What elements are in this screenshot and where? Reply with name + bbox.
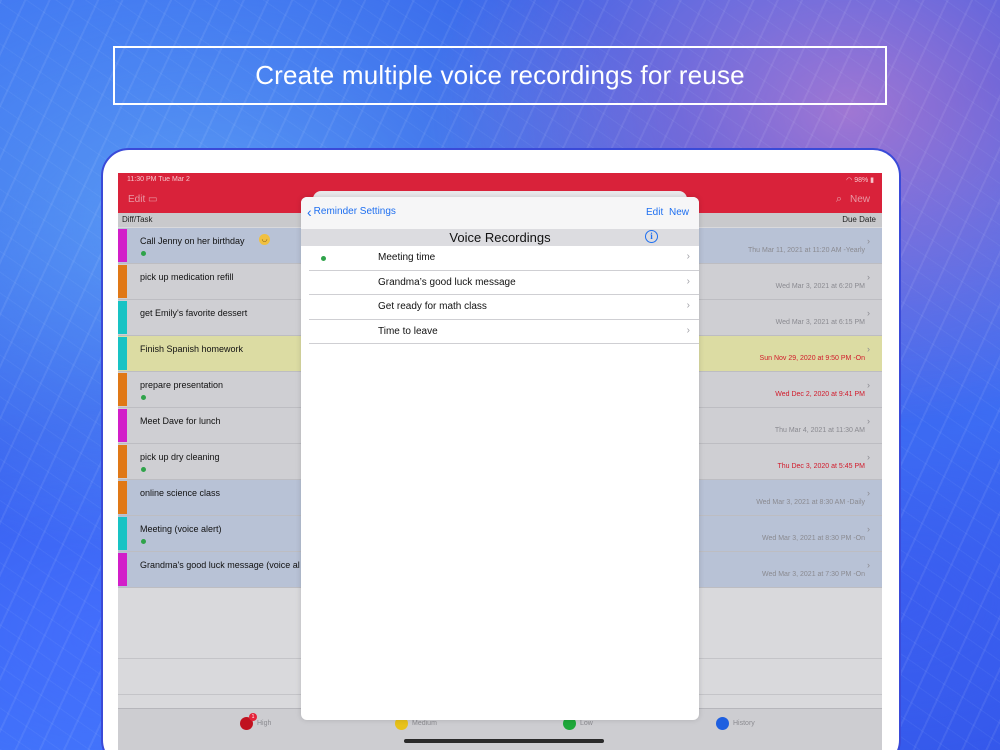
history-priority-icon [716, 717, 729, 730]
chevron-right-icon: › [686, 324, 690, 336]
difficulty-strip [118, 517, 127, 550]
voice-dot-icon [141, 251, 146, 256]
difficulty-strip [118, 301, 127, 334]
task-due-date: Thu Mar 4, 2021 at 11:30 AM [774, 427, 865, 434]
back-label: Reminder Settings [313, 206, 396, 217]
difficulty-strip [118, 373, 127, 406]
task-due-date: Wed Dec 2, 2020 at 9:41 PM [775, 391, 865, 398]
task-name: get Emily's favorite dessert [140, 308, 248, 318]
task-due-date: Thu Dec 3, 2020 at 5:45 PM [777, 463, 865, 470]
back-button[interactable]: ‹ Reminder Settings [307, 203, 396, 220]
difficulty-strip [118, 553, 127, 586]
search-icon[interactable]: ⌕ [836, 193, 842, 206]
column-diff-task: Diff/Task [122, 215, 153, 224]
voice-dot-icon [141, 395, 146, 400]
count-badge: 1 [249, 713, 257, 721]
column-due-date: Due Date [842, 215, 876, 224]
new-recording-button[interactable]: New [669, 207, 689, 218]
task-name: Meet Dave for lunch [140, 416, 221, 426]
chevron-right-icon: › [867, 272, 870, 282]
task-due-date: Wed Mar 3, 2021 at 8:30 PM -On [762, 535, 865, 542]
chevron-right-icon: › [867, 488, 870, 498]
tab-high[interactable]: 1 High [240, 713, 272, 730]
info-icon[interactable]: i [645, 230, 658, 243]
smiley-icon: ◡ [259, 234, 270, 245]
tab-history[interactable]: History [716, 717, 755, 730]
status-time: 11:30 PM Tue Mar 2 [127, 176, 190, 183]
chevron-right-icon: › [686, 251, 690, 262]
voice-recordings-popover: ‹ Reminder Settings Edit New Voice Recor… [301, 197, 699, 720]
difficulty-strip [118, 481, 127, 514]
task-due-date: Wed Mar 3, 2021 at 8:30 AM -Daily [756, 499, 865, 506]
edit-recordings-button[interactable]: Edit [646, 207, 663, 218]
difficulty-strip [118, 445, 127, 478]
chevron-right-icon: › [867, 380, 870, 390]
battery-icon: ▮ [868, 177, 874, 184]
new-task-button[interactable]: New [850, 194, 870, 205]
task-due-date: Thu Mar 11, 2021 at 11:20 AM -Yearly [748, 247, 865, 254]
task-due-date: Wed Mar 3, 2021 at 6:15 PM [775, 319, 865, 326]
task-name: Finish Spanish homework [140, 344, 244, 354]
recordings-list: Meeting time › Grandma’s good luck message… [309, 246, 699, 344]
task-name: pick up medication refill [140, 272, 234, 282]
difficulty-strip [118, 409, 127, 442]
calendar-icon[interactable]: ▭ [148, 194, 157, 205]
wifi-icon: ◠ [846, 177, 855, 184]
chevron-right-icon: › [867, 416, 870, 426]
task-name: prepare presentation [140, 380, 224, 390]
banner-text: Create multiple voice recordings for reu… [255, 60, 745, 90]
tab-label: High [257, 720, 272, 727]
chevron-right-icon: › [867, 308, 870, 318]
home-indicator [404, 739, 604, 743]
high-priority-icon: 1 [240, 713, 257, 730]
voice-dot-icon [141, 539, 146, 544]
difficulty-strip [118, 265, 127, 298]
voice-dot-icon [141, 467, 146, 472]
task-due-date: Sun Nov 29, 2020 at 9:50 PM -On [759, 355, 865, 362]
task-name: Grandma's good luck message (voice al [140, 560, 300, 570]
recording-item[interactable]: Time to leave › [309, 320, 699, 344]
chevron-right-icon: › [686, 275, 690, 287]
task-name: online science class [140, 488, 221, 498]
chevron-left-icon: ‹ [307, 203, 312, 220]
task-due-date: Wed Mar 3, 2021 at 6:20 PM [775, 283, 865, 290]
chevron-right-icon: › [867, 560, 870, 570]
difficulty-strip [118, 229, 127, 262]
recording-label: Get ready for math class [378, 301, 487, 312]
battery-indicator: ◠ 98% ▮ [846, 176, 874, 184]
recording-item[interactable]: Get ready for math class › [309, 295, 699, 320]
recording-label: Meeting time [378, 252, 436, 263]
recording-label: Time to leave [378, 325, 438, 337]
chevron-right-icon: › [867, 524, 870, 534]
recording-item[interactable]: Grandma’s good luck message › [309, 271, 699, 295]
promo-banner: Create multiple voice recordings for reu… [113, 46, 887, 105]
tab-label: Low [580, 720, 593, 727]
task-due-date: Wed Mar 3, 2021 at 7:30 PM -On [762, 571, 865, 578]
chevron-right-icon: › [686, 300, 690, 311]
battery-percent: 98% [854, 177, 869, 184]
task-name: Call Jenny on her birthday [140, 236, 245, 246]
tab-label: History [733, 720, 755, 727]
edit-button[interactable]: Edit ▭ [128, 194, 157, 205]
tab-label: Medium [412, 720, 437, 727]
chevron-right-icon: › [867, 236, 870, 246]
task-name: Meeting (voice alert) [140, 524, 222, 534]
section-title: Voice Recordings [301, 229, 699, 246]
chevron-right-icon: › [867, 344, 870, 354]
chevron-right-icon: › [867, 452, 870, 462]
popover-nav-bar: ‹ Reminder Settings Edit New [301, 197, 699, 229]
selected-dot-icon [321, 256, 326, 261]
recording-label: Grandma’s good luck message [378, 276, 516, 288]
recording-item[interactable]: Meeting time › [309, 246, 699, 271]
task-name: pick up dry cleaning [140, 452, 220, 462]
difficulty-strip [118, 337, 127, 370]
